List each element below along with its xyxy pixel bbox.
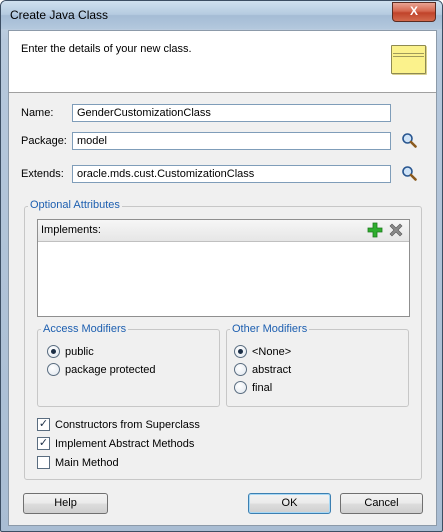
checkbox-main-method-label: Main Method [55,456,119,469]
radio-package-protected-label: package protected [65,363,156,376]
close-button[interactable]: X [392,2,436,22]
ok-button[interactable]: OK [248,493,331,514]
radio-none-indicator[interactable] [234,345,247,358]
extends-label: Extends: [21,168,64,180]
checkbox-constructors[interactable]: ✓ Constructors from Superclass [37,418,200,431]
window-title: Create Java Class [10,8,109,22]
radio-package-protected-indicator[interactable] [47,363,60,376]
optional-attributes-title: Optional Attributes [28,199,122,211]
radio-none-label: <None> [252,345,292,358]
implements-list[interactable]: Implements: [37,219,410,317]
create-java-class-dialog: Create Java Class X Enter the details of… [0,0,443,532]
help-button[interactable]: Help [23,493,108,514]
cancel-button[interactable]: Cancel [340,493,423,514]
radio-final[interactable]: final [234,381,272,394]
name-label: Name: [21,107,54,119]
dialog-header: Enter the details of your new class. [9,31,436,93]
header-instruction: Enter the details of your new class. [21,43,192,55]
radio-public-label: public [65,345,94,358]
radio-abstract-label: abstract [252,363,292,376]
name-field[interactable]: GenderCustomizationClass [72,104,391,122]
radio-none[interactable]: <None> [234,345,291,358]
checkbox-abstract-methods[interactable]: ✓ Implement Abstract Methods [37,437,194,450]
add-interface-plus-icon[interactable] [367,222,383,238]
package-browse-search-icon[interactable] [401,132,417,148]
radio-package-protected[interactable]: package protected [47,363,156,376]
package-field[interactable]: model [72,132,391,150]
remove-interface-x-icon[interactable] [388,222,404,238]
class-icon [391,45,426,74]
other-modifiers-title: Other Modifiers [230,323,310,335]
checkbox-constructors-label: Constructors from Superclass [55,418,200,431]
dialog-body: Enter the details of your new class. Nam… [8,30,437,526]
checkbox-abstract-methods-box[interactable]: ✓ [37,437,50,450]
checkbox-abstract-methods-label: Implement Abstract Methods [55,437,195,450]
implements-header: Implements: [38,220,409,242]
extends-field[interactable]: oracle.mds.cust.CustomizationClass [72,165,391,183]
checkbox-constructors-box[interactable]: ✓ [37,418,50,431]
radio-public[interactable]: public [47,345,94,358]
package-label: Package: [21,135,67,147]
implements-label: Implements: [41,224,101,236]
checkbox-main-method-box[interactable] [37,456,50,469]
extends-browse-search-icon[interactable] [401,165,417,181]
radio-final-indicator[interactable] [234,381,247,394]
radio-abstract[interactable]: abstract [234,363,291,376]
radio-final-label: final [252,381,273,394]
access-modifiers-title: Access Modifiers [41,323,129,335]
radio-public-indicator[interactable] [47,345,60,358]
title-bar[interactable]: Create Java Class X [1,1,442,29]
checkbox-main-method[interactable]: Main Method [37,456,119,469]
radio-abstract-indicator[interactable] [234,363,247,376]
